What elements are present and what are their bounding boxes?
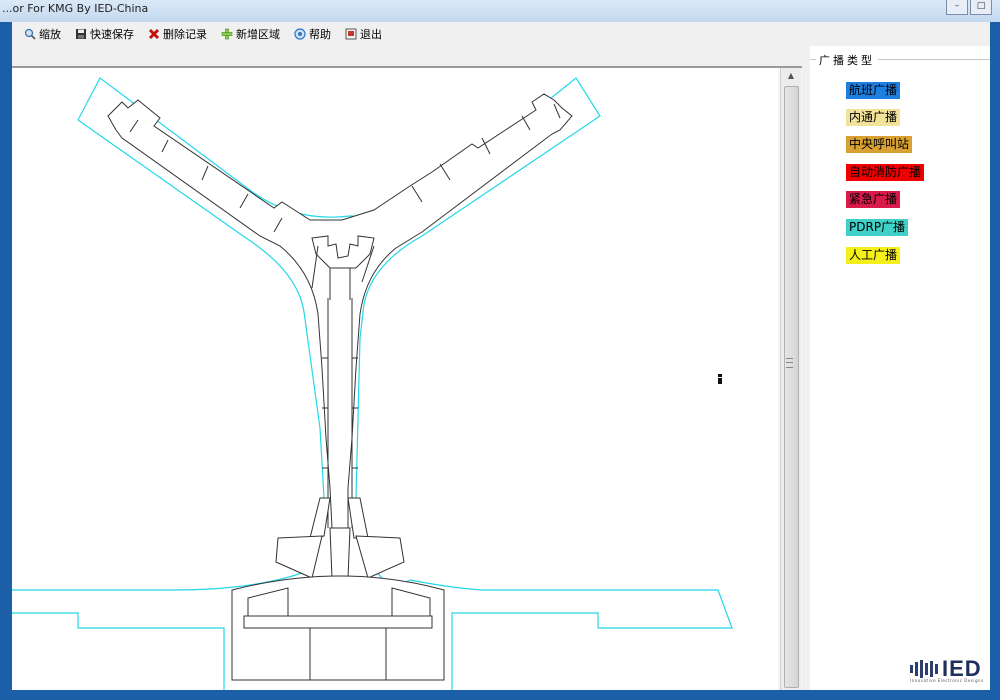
help-button[interactable]: 帮助 <box>294 26 331 42</box>
logo-subtitle: Innovative Electronic Designs <box>910 678 984 683</box>
delete-record-label: 删除记录 <box>163 28 207 41</box>
add-area-button[interactable]: 新增区域 <box>221 26 280 42</box>
window-title: ...or For KMG By IED-China <box>2 2 149 15</box>
scroll-up-icon[interactable]: ▲ <box>781 68 801 84</box>
scroll-grip-icon <box>786 358 793 368</box>
logo-bars-icon <box>910 660 938 678</box>
add-icon <box>221 28 233 40</box>
help-icon <box>294 28 306 40</box>
broadcast-type-title: 广播类型 <box>816 52 878 68</box>
minimize-button[interactable]: – <box>946 0 968 15</box>
exit-icon <box>345 28 357 40</box>
zoom-button[interactable]: 缩放 <box>24 26 61 42</box>
quick-save-button[interactable]: 快速保存 <box>75 26 134 42</box>
quick-save-label: 快速保存 <box>90 28 134 41</box>
legend-item-fire-auto[interactable]: 自动消防广播 <box>846 164 925 181</box>
legend-item-flight[interactable]: 航班广播 <box>846 82 901 99</box>
vertical-scrollbar[interactable]: ▲ <box>780 68 801 690</box>
delete-icon <box>148 28 160 40</box>
help-label: 帮助 <box>309 28 331 41</box>
delete-record-button[interactable]: 删除记录 <box>148 26 207 42</box>
toolbar: 缩放 快速保存 删除记录 新增区域 帮助 退出 <box>12 22 990 46</box>
legend-item-central-call[interactable]: 中央呼叫站 <box>846 136 913 153</box>
airport-floor-plan[interactable] <box>12 68 778 690</box>
device-marker[interactable] <box>718 374 722 384</box>
zoom-icon <box>24 28 36 40</box>
save-icon <box>75 28 87 40</box>
scroll-thumb[interactable] <box>784 86 799 688</box>
map-view: ▲ <box>12 66 802 690</box>
floor-plan-canvas[interactable] <box>12 68 778 690</box>
legend-item-emergency[interactable]: 紧急广播 <box>846 191 901 208</box>
title-bar[interactable]: ...or For KMG By IED-China – □ <box>0 0 1000 22</box>
window-controls: – □ <box>946 0 992 15</box>
exit-label: 退出 <box>360 28 382 41</box>
add-area-label: 新增区域 <box>236 28 280 41</box>
zoom-label: 缩放 <box>39 28 61 41</box>
broadcast-type-panel: 广播类型 航班广播 内通广播 中央呼叫站 自动消防广播 紧急广播 PDRP广播 … <box>810 46 990 690</box>
main-content: ▲ 广播类型 航班广播 内通广播 中央呼叫站 自动消防广播 紧急广播 PDRP广… <box>12 46 990 690</box>
exit-button[interactable]: 退出 <box>345 26 382 42</box>
legend-item-intercom[interactable]: 内通广播 <box>846 109 901 126</box>
legend-item-manual[interactable]: 人工广播 <box>846 247 901 264</box>
legend-item-pdrp[interactable]: PDRP广播 <box>846 219 909 236</box>
app-window: ...or For KMG By IED-China – □ 缩放 快速保存 删… <box>0 0 1000 700</box>
maximize-button[interactable]: □ <box>970 0 992 15</box>
